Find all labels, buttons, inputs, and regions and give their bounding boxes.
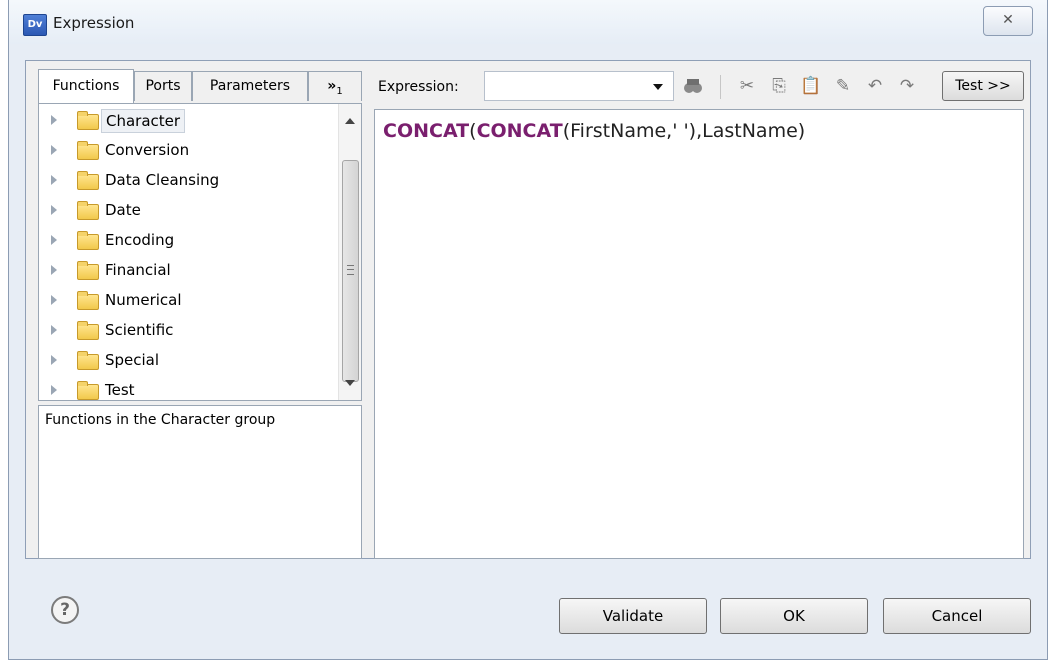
folder-icon [77,171,99,190]
expand-arrow-icon[interactable] [51,205,57,215]
expression-label: Expression: [378,79,459,95]
expand-arrow-icon[interactable] [51,355,57,365]
function-description-box: Functions in the Character group [38,405,362,559]
tree-item-label: Test [105,381,135,399]
folder-icon [77,321,99,340]
expand-arrow-icon[interactable] [51,115,57,125]
tree-item-test[interactable]: Test [47,378,337,400]
tree-item-label: Scientific [105,321,174,339]
tab-overflow-button[interactable]: »1 [308,71,362,101]
expression-dropdown[interactable] [484,71,674,101]
scroll-thumb[interactable] [342,160,359,382]
folder-icon [77,201,99,220]
tree-item-financial[interactable]: Financial [47,258,337,284]
expand-arrow-icon[interactable] [51,235,57,245]
overflow-count: 1 [336,85,343,97]
chevron-down-icon [653,84,663,90]
tab-parameters[interactable]: Parameters [192,71,308,101]
tree-item-label: Date [105,201,141,219]
test-button[interactable]: Test >> [942,71,1024,101]
expression-fragment: (FirstName,' '),LastName) [562,120,806,142]
paste-icon[interactable]: 📋 [800,75,822,97]
expression-dialog: Dv Expression ✕ Functions Ports Paramete… [8,0,1048,660]
title-bar: Dv Expression ✕ [9,0,1047,44]
tree-item-numerical[interactable]: Numerical [47,288,337,314]
validate-button[interactable]: Validate [559,598,707,634]
tree-item-label: Data Cleansing [105,171,220,189]
expression-fragment: ( [469,120,477,142]
folder-icon [77,231,99,250]
expression-toolbar: Expression: ✂ ⎘ 📋 ✎ ↶ ↷ Test >> [374,69,1024,107]
tree-item-label: Financial [105,261,171,279]
function-keyword: CONCAT [383,120,470,142]
tab-strip: Functions Ports Parameters »1 [38,69,362,103]
tree-item-label: Numerical [105,291,182,309]
cut-icon[interactable]: ✂ [736,75,758,97]
expand-arrow-icon[interactable] [51,145,57,155]
tree-item-label: Encoding [105,231,175,249]
scroll-down-arrow-icon[interactable] [345,380,355,386]
tree-item-data-cleansing[interactable]: Data Cleansing [47,168,337,194]
close-button[interactable]: ✕ [983,6,1033,36]
folder-icon [77,351,99,370]
left-panel: Functions Ports Parameters »1 Character … [38,69,362,559]
scroll-up-arrow-icon[interactable] [345,118,355,124]
tree-item-label: Character [101,109,186,133]
tree-item-encoding[interactable]: Encoding [47,228,337,254]
right-panel: Expression: ✂ ⎘ 📋 ✎ ↶ ↷ Test >> CONCAT(C… [374,69,1024,559]
function-keyword: CONCAT [476,120,563,142]
folder-icon [77,141,99,160]
tree-item-date[interactable]: Date [47,198,337,224]
toolbar-divider [720,75,721,99]
ok-button[interactable]: OK [720,598,868,634]
app-icon: Dv [23,14,47,36]
tree-item-special[interactable]: Special [47,348,337,374]
dialog-title: Expression [53,14,135,32]
folder-icon [77,291,99,310]
folder-icon [77,111,99,130]
expand-arrow-icon[interactable] [51,385,57,395]
expression-editor[interactable]: CONCAT(CONCAT(FirstName,' '),LastName) [374,109,1024,559]
edit-icon[interactable]: ✎ [832,75,854,97]
folder-icon [77,381,99,400]
dialog-content: Functions Ports Parameters »1 Character … [25,60,1031,559]
cancel-button[interactable]: Cancel [883,598,1031,634]
tree-item-scientific[interactable]: Scientific [47,318,337,344]
undo-icon[interactable]: ↶ [864,75,886,97]
tree-item-label: Conversion [105,141,190,159]
expand-arrow-icon[interactable] [51,325,57,335]
tree-scrollbar[interactable] [338,104,361,400]
expand-arrow-icon[interactable] [51,175,57,185]
tree-item-label: Special [105,351,160,369]
folder-icon [77,261,99,280]
expand-arrow-icon[interactable] [51,265,57,275]
tree-item-conversion[interactable]: Conversion [47,138,337,164]
tab-functions[interactable]: Functions [38,69,134,103]
function-description: Functions in the Character group [45,412,276,428]
function-tree: Character Conversion Data Cleansing Date [38,103,362,401]
expand-arrow-icon[interactable] [51,295,57,305]
tree-item-character[interactable]: Character [47,108,337,134]
tab-ports[interactable]: Ports [134,71,192,101]
overflow-chevron-icon: » [327,78,337,94]
redo-icon[interactable]: ↷ [896,75,918,97]
help-icon[interactable]: ? [51,596,79,624]
expression-text[interactable]: CONCAT(CONCAT(FirstName,' '),LastName) [383,120,805,142]
copy-icon[interactable]: ⎘ [768,75,790,97]
grip-icon [347,265,354,275]
binoculars-icon[interactable] [682,75,704,97]
